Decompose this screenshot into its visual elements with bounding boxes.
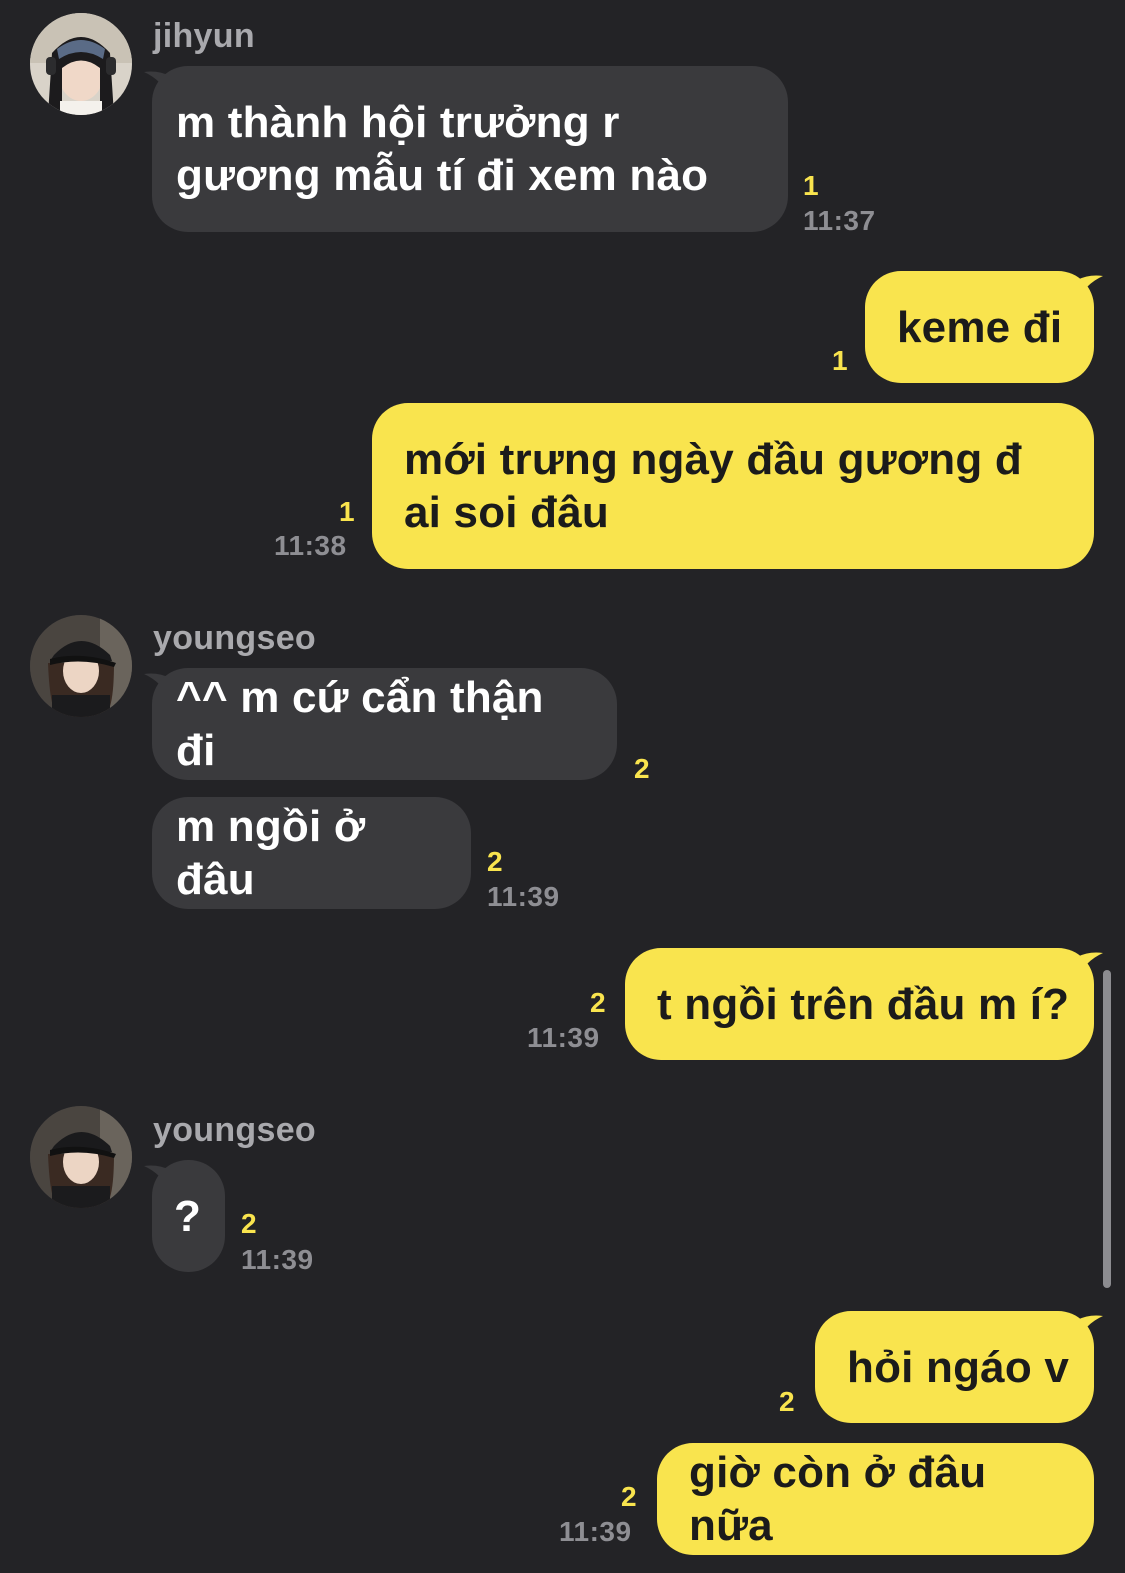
message-bubble-outgoing[interactable]: giờ còn ở đâu nữa <box>657 1443 1094 1555</box>
message-timestamp: 11:39 <box>487 881 560 912</box>
message-bubble-incoming[interactable]: m thành hội trưởng r gương mẫu tí đi xem… <box>152 66 788 232</box>
avatar-jihyun[interactable] <box>30 13 132 115</box>
avatar-youngseo[interactable] <box>30 615 132 717</box>
unread-count: 2 <box>779 1386 795 1417</box>
message-text: ^^ m cứ cẩn thận đi <box>176 673 544 775</box>
message-timestamp: 11:39 <box>241 1244 314 1275</box>
unread-count: 1 <box>339 496 355 527</box>
message-timestamp: 11:37 <box>803 205 876 236</box>
message-timestamp: 11:39 <box>559 1516 632 1547</box>
unread-count: 2 <box>241 1208 257 1239</box>
avatar-youngseo[interactable] <box>30 1106 132 1208</box>
message-text: m thành hội trưởng r gương mẫu tí đi xem… <box>176 98 709 200</box>
profile-photo-icon <box>30 615 132 717</box>
message-text: ? <box>174 1191 202 1241</box>
sender-name-youngseo: youngseo <box>153 619 316 657</box>
sender-name-youngseo: youngseo <box>153 1111 316 1149</box>
unread-count: 2 <box>621 1481 637 1512</box>
message-text: m ngồi ở đâu <box>176 802 366 904</box>
message-text: giờ còn ở đâu nữa <box>689 1448 987 1550</box>
message-bubble-incoming[interactable]: ^^ m cứ cẩn thận đi <box>152 668 617 780</box>
message-bubble-outgoing[interactable]: hỏi ngáo v <box>815 1311 1094 1423</box>
message-bubble-incoming[interactable]: m ngồi ở đâu <box>152 797 471 909</box>
message-bubble-outgoing[interactable]: keme đi <box>865 271 1094 383</box>
message-timestamp: 11:38 <box>274 530 347 561</box>
profile-photo-icon <box>30 13 132 115</box>
message-bubble-outgoing[interactable]: mới trưng ngày đầu gương đ ai soi đâu <box>372 403 1094 569</box>
message-timestamp: 11:39 <box>527 1022 600 1053</box>
unread-count: 1 <box>832 345 848 376</box>
scrollbar[interactable] <box>1103 970 1111 1288</box>
message-bubble-outgoing[interactable]: t ngồi trên đầu m í? <box>625 948 1094 1060</box>
unread-count: 2 <box>487 846 503 877</box>
message-text: t ngồi trên đầu m í? <box>657 979 1070 1029</box>
unread-count: 2 <box>590 987 606 1018</box>
profile-photo-icon <box>30 1106 132 1208</box>
message-text: keme đi <box>897 302 1063 352</box>
message-text: mới trưng ngày đầu gương đ ai soi đâu <box>404 435 1022 537</box>
sender-name-jihyun: jihyun <box>153 17 255 55</box>
message-text: hỏi ngáo v <box>847 1342 1069 1392</box>
unread-count: 2 <box>634 753 650 784</box>
unread-count: 1 <box>803 170 819 201</box>
message-bubble-incoming[interactable]: ? <box>152 1160 225 1272</box>
